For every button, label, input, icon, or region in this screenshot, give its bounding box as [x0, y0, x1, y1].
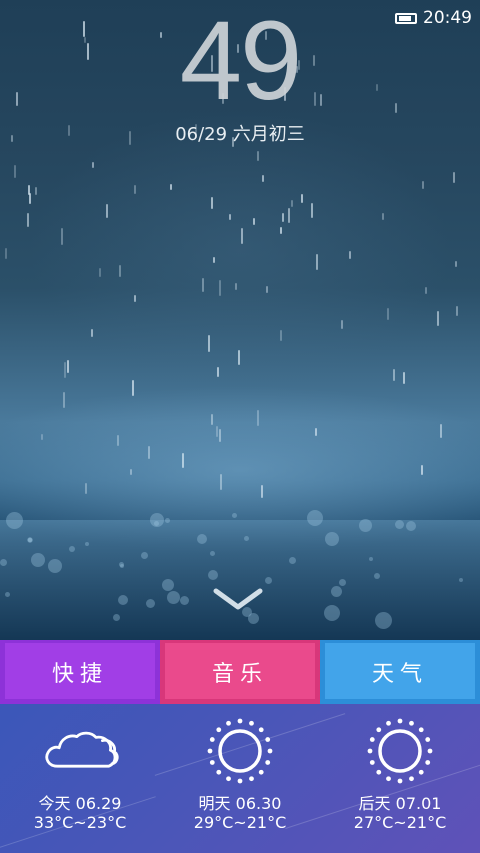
chevron-down-icon[interactable]: [212, 585, 264, 613]
sun-icon: [207, 718, 273, 784]
sun-icon: [367, 718, 433, 784]
forecast-temp: 27°C~21°C: [353, 813, 447, 832]
forecast-day-tomorrow: 明天 06.30 29°C~21°C: [160, 704, 320, 853]
wallpaper-grass: [0, 520, 480, 640]
tab-weather-label: 天气: [371, 662, 428, 687]
tab-quick[interactable]: 快捷: [0, 640, 160, 704]
widget-tabs: 快捷 音乐 天气: [0, 640, 480, 704]
tab-music-label: 音乐: [211, 662, 268, 687]
forecast-day-label: 后天 07.01: [358, 794, 442, 813]
forecast-day-today: 今天 06.29 33°C~23°C: [0, 704, 160, 853]
weather-forecast-panel: 今天 06.29 33°C~23°C 明天 06.30 29°C~21°C 后天…: [0, 704, 480, 853]
forecast-day-after-tomorrow: 后天 07.01 27°C~21°C: [320, 704, 480, 853]
forecast-day-label: 明天 06.30: [198, 794, 282, 813]
tab-weather[interactable]: 天气: [320, 640, 480, 704]
tab-quick-label: 快捷: [51, 662, 108, 687]
cloud-icon: [45, 731, 119, 768]
date-line: 06/29 六月初三: [175, 124, 305, 145]
forecast-temp: 29°C~21°C: [193, 813, 287, 832]
forecast-day-label: 今天 06.29: [38, 794, 122, 813]
clock-minutes: 49: [179, 0, 303, 123]
tab-music[interactable]: 音乐: [160, 640, 320, 704]
forecast-temp: 33°C~23°C: [33, 813, 127, 832]
